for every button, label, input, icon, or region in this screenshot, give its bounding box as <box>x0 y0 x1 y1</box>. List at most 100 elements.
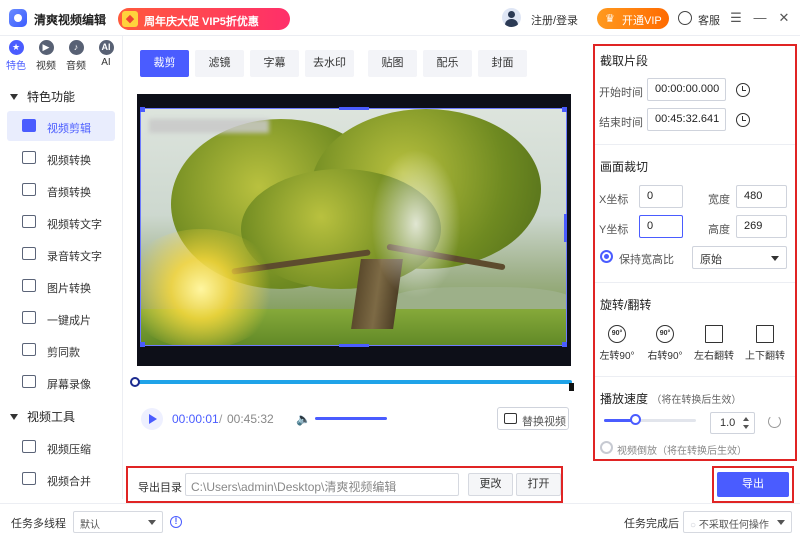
magic-icon <box>22 311 36 324</box>
sidebar-item-screen-record[interactable]: 屏幕录像 <box>7 367 115 397</box>
nav-ai[interactable]: AI AI <box>93 40 119 68</box>
customer-service-link[interactable]: 客服 <box>698 12 720 28</box>
open-dir-button[interactable]: 打开 <box>516 473 561 496</box>
after-complete-label: 任务完成后 <box>624 518 679 530</box>
screen-record-icon <box>22 375 36 388</box>
sidebar-item-one-click[interactable]: 一键成片 <box>7 303 115 333</box>
flip-horizontal-button[interactable]: 左右翻转 <box>691 325 737 365</box>
speed-slider-handle[interactable] <box>630 414 641 425</box>
width-label: 宽度 <box>708 194 730 206</box>
sidebar: 特色功能 视频剪辑 视频转换 音频转换 视频转文字 录音转文字 图片转换 一键成… <box>0 80 122 500</box>
title-bar: 清爽视频编辑 ◆ 周年庆大促 VIP5折优惠 注册/登录 ♛ 开通VIP 客服 … <box>0 0 800 36</box>
sidebar-item-merge[interactable]: 视频合并 <box>7 464 115 494</box>
audio-icon <box>22 183 36 196</box>
clock-icon[interactable] <box>736 113 750 127</box>
video-frame-image[interactable] <box>140 108 567 346</box>
sidebar-item-video-convert[interactable]: 视频转换 <box>7 143 115 173</box>
sidebar-item-audio-to-text[interactable]: 录音转文字 <box>7 239 115 269</box>
compress-icon <box>22 440 36 453</box>
spin-up-icon[interactable] <box>743 417 749 421</box>
sidebar-item-video-edit[interactable]: 视频剪辑 <box>7 111 115 141</box>
nav-audio[interactable]: ♪ 音频 <box>63 40 89 72</box>
timeline-start-handle[interactable] <box>130 377 140 387</box>
customer-service-icon[interactable] <box>678 11 692 25</box>
crop-handle-bottom[interactable] <box>339 344 369 347</box>
chevron-down-icon <box>148 520 156 525</box>
nav-featured-label: 特色 <box>6 61 26 72</box>
export-button[interactable]: 导出 <box>717 472 789 497</box>
tab-sticker[interactable]: 贴图 <box>368 50 417 77</box>
width-input[interactable]: 480 <box>736 185 787 208</box>
tab-crop[interactable]: 裁剪 <box>140 50 189 77</box>
spin-down-icon[interactable] <box>743 425 749 429</box>
reverse-radio[interactable] <box>600 441 613 454</box>
crop-section-title: 画面裁切 <box>600 160 649 174</box>
end-time-input[interactable]: 00:45:32.641 <box>647 108 726 131</box>
star-icon: ★ <box>8 40 24 55</box>
tab-music[interactable]: 配乐 <box>423 50 472 77</box>
minimize-icon[interactable]: — <box>751 9 769 27</box>
sidebar-item-video-to-text[interactable]: 视频转文字 <box>7 207 115 237</box>
template-icon <box>22 343 36 356</box>
keep-ratio-label: 保持宽高比 <box>619 254 674 266</box>
crop-handle-corner[interactable] <box>140 107 145 112</box>
nav-featured[interactable]: ★ 特色 <box>3 40 29 72</box>
rotate-left-button[interactable]: 90° 左转90° <box>594 325 640 365</box>
clock-icon[interactable] <box>736 83 750 97</box>
volume-icon[interactable]: 🔈 <box>296 412 311 426</box>
vip-button[interactable]: ♛ 开通VIP <box>597 8 669 29</box>
keep-ratio-radio[interactable] <box>600 250 613 263</box>
group-featured-header[interactable]: 特色功能 <box>10 88 75 106</box>
after-complete-select[interactable]: ○ 不采取任何操作 <box>683 511 792 533</box>
promo-banner[interactable]: ◆ 周年庆大促 VIP5折优惠 <box>118 8 290 30</box>
rotate-right-button[interactable]: 90° 右转90° <box>642 325 688 365</box>
replace-video-button[interactable]: 替换视频 <box>497 407 569 430</box>
crop-handle-corner[interactable] <box>562 107 567 112</box>
x-coord-label: X坐标 <box>599 194 629 206</box>
music-icon: ♪ <box>68 40 84 55</box>
radio-icon: ○ <box>690 520 697 531</box>
timeline-track[interactable] <box>135 380 572 384</box>
caret-down-icon <box>10 414 18 420</box>
ratio-select[interactable]: 原始 <box>692 246 787 269</box>
flip-vertical-icon <box>756 325 774 343</box>
sidebar-item-template[interactable]: 剪同款 <box>7 335 115 365</box>
flip-vertical-button[interactable]: 上下翻转 <box>742 325 788 365</box>
nav-video[interactable]: ▶ 视频 <box>33 40 59 72</box>
flip-horizontal-icon <box>705 325 723 343</box>
avatar[interactable] <box>502 8 521 27</box>
export-path-field[interactable]: C:\Users\admin\Desktop\清爽视频编辑 <box>185 473 459 496</box>
nav-ai-label: AI <box>101 57 111 68</box>
reset-icon[interactable] <box>768 415 781 428</box>
sidebar-item-image-convert[interactable]: 图片转换 <box>7 271 115 301</box>
sidebar-item-audio-convert[interactable]: 音频转换 <box>7 175 115 205</box>
group-tools-header[interactable]: 视频工具 <box>10 408 75 426</box>
crop-handle-corner[interactable] <box>562 342 567 347</box>
x-coord-input[interactable]: 0 <box>639 185 683 208</box>
video-text-icon <box>22 215 36 228</box>
tab-subtitle[interactable]: 字幕 <box>250 50 299 77</box>
crop-handle-top[interactable] <box>339 107 369 110</box>
threads-select[interactable]: 默认 <box>73 511 163 533</box>
tab-watermark[interactable]: 去水印 <box>305 50 354 77</box>
speed-section-title: 播放速度 （将在转换后生效） <box>600 392 742 406</box>
crop-handle-corner[interactable] <box>140 342 145 347</box>
speed-input[interactable]: 1.0 <box>710 412 755 434</box>
change-dir-button[interactable]: 更改 <box>468 473 513 496</box>
play-button[interactable] <box>141 408 163 430</box>
info-icon[interactable]: ! <box>170 516 182 528</box>
volume-slider[interactable] <box>315 417 387 420</box>
close-icon[interactable]: ✕ <box>775 9 793 27</box>
sidebar-item-compress[interactable]: 视频压缩 <box>7 432 115 462</box>
tab-cover[interactable]: 封面 <box>478 50 527 77</box>
menu-icon[interactable]: ☰ <box>727 9 745 27</box>
crop-handle-right[interactable] <box>564 214 567 242</box>
video-convert-icon <box>22 151 36 164</box>
height-input[interactable]: 269 <box>736 215 787 238</box>
app-logo-icon <box>9 9 27 27</box>
y-coord-input[interactable]: 0 <box>639 215 683 238</box>
tab-filter[interactable]: 滤镜 <box>195 50 244 77</box>
timeline-end-handle[interactable] <box>569 383 574 391</box>
login-link[interactable]: 注册/登录 <box>531 12 578 28</box>
start-time-input[interactable]: 00:00:00.000 <box>647 78 726 101</box>
